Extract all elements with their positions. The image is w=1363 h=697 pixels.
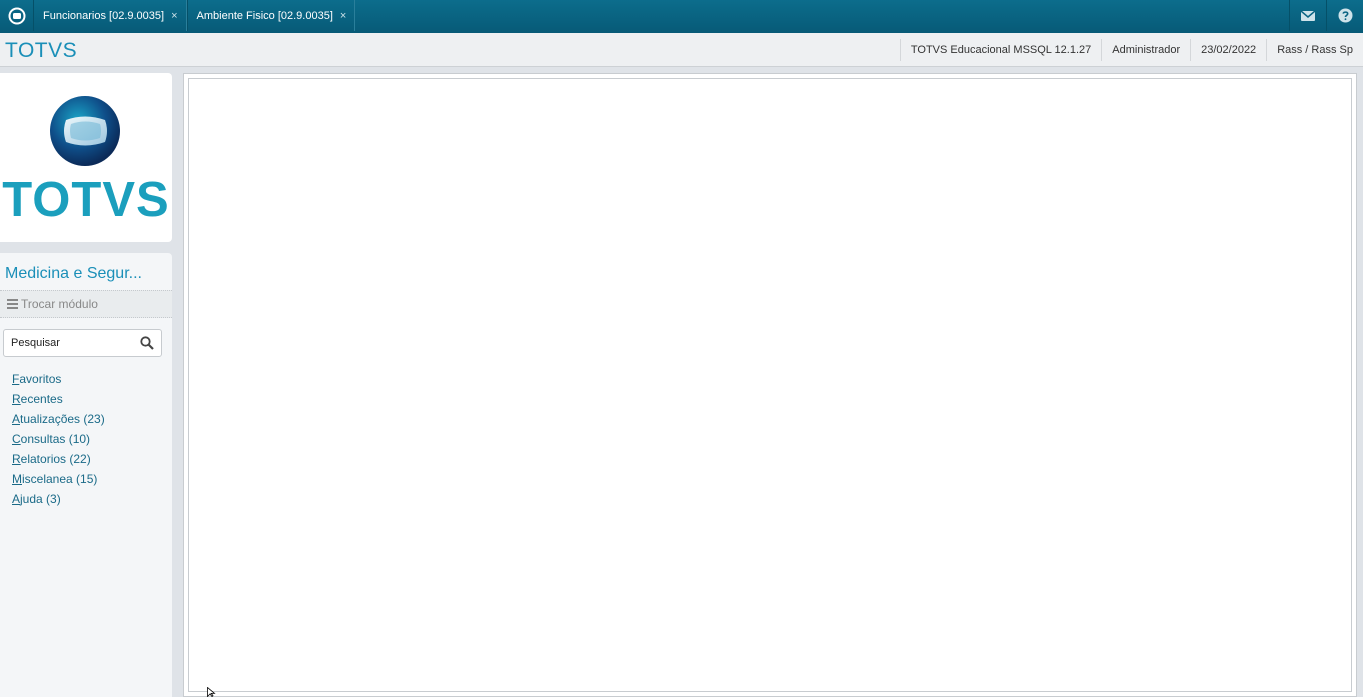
module-title: Medicina e Segur... (5, 265, 142, 282)
menu-label: ecentes (20, 392, 63, 406)
menu-item-favoritos[interactable]: Favoritos (12, 372, 105, 392)
main-content-area[interactable] (188, 78, 1352, 692)
switch-module-label: Trocar módulo (21, 297, 98, 311)
tab-label: Funcionarios [02.9.0035] (43, 9, 165, 22)
menu-item-relatorios[interactable]: Relatorios (22) (12, 452, 105, 472)
module-menu-panel: Medicina e Segur... Trocar módulo Favori… (0, 253, 172, 697)
menu-item-consultas[interactable]: Consultas (10) (12, 432, 105, 452)
app-header: TOTVS TOTVS Educacional MSSQL 12.1.27 Ad… (0, 33, 1363, 67)
tab-funcionarios[interactable]: Funcionarios [02.9.0035] × (33, 0, 187, 31)
menu-item-recentes[interactable]: Recentes (12, 392, 105, 412)
menu-item-ajuda[interactable]: Ajuda (3) (12, 492, 105, 512)
menu-label: tualizações (23) (20, 412, 105, 426)
menu-list: Favoritos Recentes Atualizações (23) Con… (12, 372, 105, 512)
search-button[interactable] (140, 336, 154, 355)
logo-text: TOTVS (2, 173, 170, 227)
menu-label: juda (3) (20, 492, 61, 506)
menu-label: elatorios (22) (20, 452, 91, 466)
tab-label: Ambiente Fisico [02.9.0035] (196, 9, 333, 22)
menu-accesskey: R (12, 392, 21, 406)
menu-label: onsultas (10) (20, 432, 91, 446)
top-right-icons (1289, 0, 1363, 31)
hamburger-icon (7, 299, 18, 309)
tab-ambiente-fisico[interactable]: Ambiente Fisico [02.9.0035] × (186, 0, 356, 31)
main-content-frame (183, 73, 1357, 697)
close-icon[interactable]: × (171, 10, 177, 22)
menu-accesskey: A (12, 412, 21, 426)
mail-button[interactable] (1289, 0, 1326, 31)
menu-label: avoritos (19, 372, 62, 386)
totvs-logo-icon (50, 96, 120, 166)
help-button[interactable] (1326, 0, 1363, 31)
company-info[interactable]: Rass / Rass Sp (1266, 39, 1363, 61)
home-button[interactable] (0, 0, 33, 31)
environment-info: TOTVS Educacional MSSQL 12.1.27 (899, 39, 1101, 61)
switch-module-button[interactable]: Trocar módulo (0, 290, 172, 318)
menu-accesskey: C (12, 432, 21, 446)
help-icon (1338, 8, 1352, 23)
menu-accesskey: R (12, 452, 21, 466)
menu-item-miscelanea[interactable]: Miscelanea (15) (12, 472, 105, 492)
menu-label: iscelanea (15) (22, 472, 98, 486)
menu-accesskey: A (12, 492, 21, 506)
mouse-cursor-icon (207, 687, 216, 697)
menu-accesskey: M (12, 472, 22, 486)
brand-title: TOTVS (5, 39, 78, 62)
menu-search-box[interactable] (3, 329, 162, 357)
search-icon (140, 336, 154, 350)
totvs-home-icon (8, 7, 25, 24)
top-tab-bar: Funcionarios [02.9.0035] × Ambiente Fisi… (0, 0, 1363, 33)
close-icon[interactable]: × (340, 10, 346, 22)
menu-item-atualizacoes[interactable]: Atualizações (23) (12, 412, 105, 432)
open-tabs: Funcionarios [02.9.0035] × Ambiente Fisi… (33, 0, 356, 31)
logo-panel: TOTVS (0, 73, 172, 242)
search-input[interactable] (9, 336, 133, 350)
mail-icon (1301, 10, 1315, 21)
user-info: Administrador (1101, 39, 1190, 61)
date-info: 23/02/2022 (1190, 39, 1266, 61)
session-info: TOTVS Educacional MSSQL 12.1.27 Administ… (899, 39, 1363, 61)
